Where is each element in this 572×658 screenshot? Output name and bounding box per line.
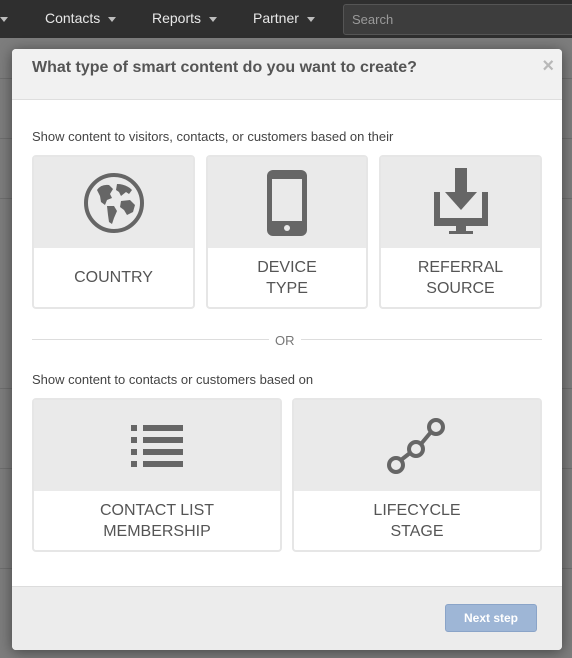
next-step-button[interactable]: Next step — [445, 604, 537, 632]
or-label: OR — [269, 333, 301, 348]
option-contact-list-membership[interactable]: CONTACT LIST MEMBERSHIP — [32, 398, 282, 552]
nav-item-label: Reports — [152, 10, 202, 26]
stage-path-icon — [387, 417, 445, 474]
close-icon[interactable]: × — [542, 55, 554, 78]
nav-item-reports[interactable]: Reports — [152, 10, 218, 26]
smartphone-icon — [267, 169, 307, 236]
list-icon — [131, 424, 183, 467]
option-icon-area — [381, 157, 540, 248]
chevron-down-icon — [209, 16, 218, 22]
nav-item-label: Partner — [253, 10, 299, 26]
option-device-type[interactable]: DEVICE TYPE — [206, 155, 368, 309]
option-icon-area — [208, 157, 366, 248]
modal-header: What type of smart content do you want t… — [12, 49, 562, 100]
chevron-down-icon — [306, 16, 315, 22]
chevron-down-icon — [108, 16, 117, 22]
modal-title: What type of smart content do you want t… — [32, 59, 417, 76]
chevron-down-icon — [0, 16, 8, 22]
download-monitor-icon — [433, 167, 488, 234]
option-label: COUNTRY — [74, 269, 153, 286]
prompt-contacts: Show content to contacts or customers ba… — [32, 372, 314, 387]
option-label: DEVICE TYPE — [257, 258, 317, 297]
option-icon-area — [34, 400, 280, 491]
option-label: CONTACT LIST MEMBERSHIP — [99, 501, 215, 540]
globe-icon — [83, 172, 144, 233]
modal-footer: Next step — [12, 586, 562, 650]
search-placeholder: Search — [352, 12, 394, 27]
option-label: LIFECYCLE STAGE — [373, 501, 461, 540]
nav-item-label: Contacts — [45, 10, 101, 26]
nav-item-contacts[interactable]: Contacts — [45, 10, 117, 26]
option-icon-area — [34, 157, 193, 248]
option-icon-area — [294, 400, 540, 491]
prompt-visitors: Show content to visitors, contacts, or c… — [32, 129, 394, 144]
option-lifecycle-stage[interactable]: LIFECYCLE STAGE — [292, 398, 542, 552]
option-country[interactable]: COUNTRY — [32, 155, 195, 309]
smart-content-modal: What type of smart content do you want t… — [12, 49, 562, 650]
option-label: REFERRAL SOURCE — [417, 258, 504, 297]
nav-item-prev[interactable] — [0, 10, 8, 26]
option-referral-source[interactable]: REFERRAL SOURCE — [379, 155, 542, 309]
top-navigation: Contacts Reports Partner Search — [0, 0, 572, 38]
search-input[interactable]: Search — [343, 4, 572, 35]
nav-item-partner[interactable]: Partner — [253, 10, 315, 26]
